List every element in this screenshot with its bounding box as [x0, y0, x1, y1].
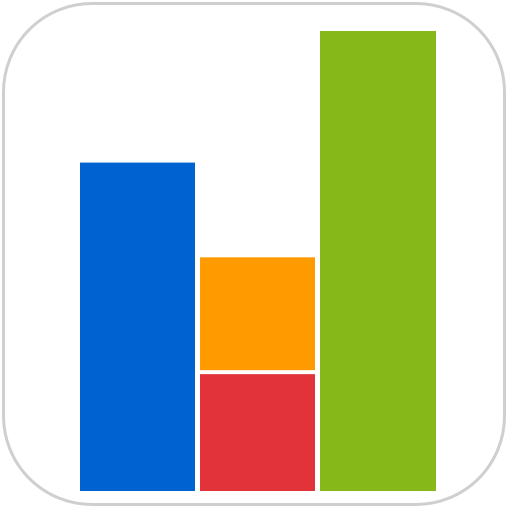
bar-middle-orange — [200, 257, 315, 371]
bar-green — [320, 31, 436, 491]
bar-chart-icon — [80, 31, 436, 491]
bars-group — [80, 31, 436, 491]
bar-middle-red — [200, 374, 315, 491]
bar-blue — [80, 162, 195, 491]
